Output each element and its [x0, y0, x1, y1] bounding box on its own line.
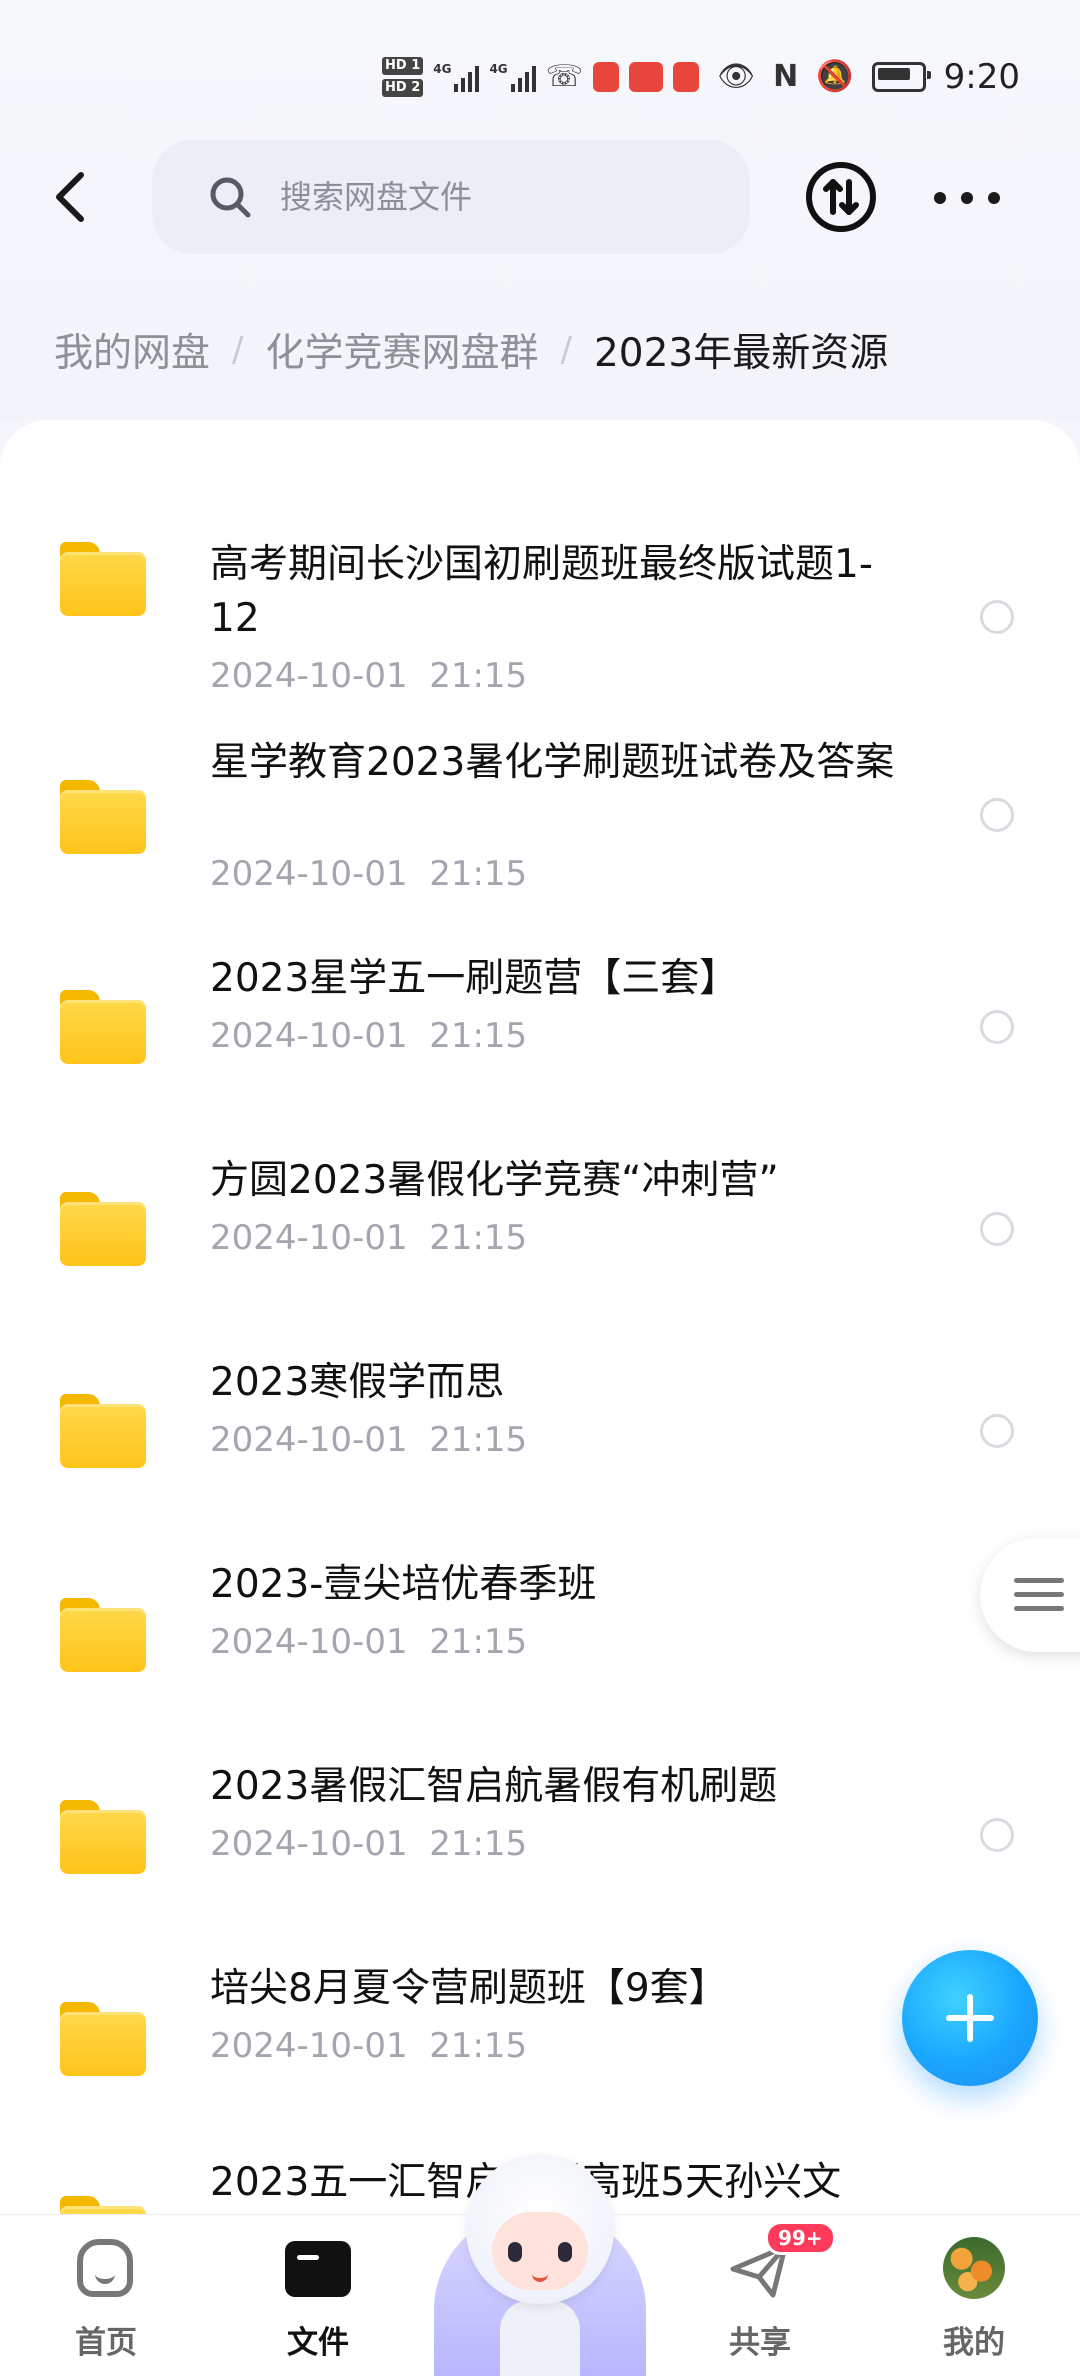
- nav-share[interactable]: 99+ 共享: [680, 2221, 840, 2365]
- file-name: 方圆2023暑假化学竞赛“冲刺营”: [210, 1158, 779, 1203]
- select-checkbox[interactable]: [980, 600, 1014, 634]
- list-item[interactable]: 2023-壹尖培优春季班 2024-10-01 21:15: [0, 1524, 1080, 1704]
- add-button[interactable]: [902, 1950, 1038, 2086]
- nav-profile-label: 我的: [943, 2325, 1005, 2361]
- menu-lines-icon: [1014, 1578, 1064, 1583]
- list-item[interactable]: 2023星学五一刷题营【三套】 2024-10-01 21:15: [0, 920, 1080, 1100]
- breadcrumb-separator: /: [560, 330, 572, 370]
- list-item[interactable]: 2023暑假汇智启航暑假有机刷题 2024-10-01 21:15: [0, 1726, 1080, 1906]
- battery-icon: [871, 62, 931, 92]
- mascot-button[interactable]: [430, 2150, 650, 2376]
- nav-profile[interactable]: 我的: [894, 2235, 1054, 2365]
- select-checkbox[interactable]: [980, 798, 1014, 832]
- status-time: 9:20: [943, 57, 1020, 97]
- folder-icon: [60, 1192, 146, 1266]
- file-name: 2023暑假汇智启航暑假有机刷题: [210, 1764, 778, 1809]
- file-date: 2024-10-01 21:15: [210, 1420, 528, 1460]
- breadcrumb-separator: /: [232, 330, 244, 370]
- list-item[interactable]: 方圆2023暑假化学竞赛“冲刺营” 2024-10-01 21:15: [0, 1120, 1080, 1300]
- file-date: 2024-10-01 21:15: [210, 1016, 528, 1056]
- folder-icon: [60, 542, 146, 616]
- breadcrumb: 我的网盘 / 化学竞赛网盘群 / 2023年最新资源: [54, 318, 888, 382]
- nav-share-label: 共享: [729, 2325, 791, 2361]
- list-item[interactable]: 高考期间长沙国初刷题班最终版试题1-12 2024-10-01 21:15: [0, 480, 1080, 696]
- more-button[interactable]: [934, 170, 1000, 226]
- file-name: 星学教育2023暑化学刷题班试卷及答案: [210, 740, 895, 785]
- status-right: 👁 N 🔕 9:20: [717, 52, 1020, 102]
- avatar-icon: [939, 2235, 1009, 2305]
- nav-home[interactable]: 首页: [26, 2235, 186, 2365]
- file-list: 高考期间长沙国初刷题班最终版试题1-12 2024-10-01 21:15 星学…: [0, 420, 1080, 2270]
- mute-icon: 🔕: [816, 59, 854, 94]
- transfer-icon: [806, 162, 876, 232]
- file-name: 高考期间长沙国初刷题班最终版试题1-12: [210, 542, 873, 641]
- file-date: 2024-10-01 21:15: [210, 2026, 528, 2066]
- folder-icon: [60, 1800, 146, 1874]
- hd1-label: HD 1: [382, 57, 424, 75]
- list-item[interactable]: 2023寒假学而思 2024-10-01 21:15: [0, 1320, 1080, 1500]
- folder-icon: [60, 2002, 146, 2076]
- more-horizontal-icon: [934, 192, 946, 204]
- transfer-button[interactable]: [804, 160, 878, 234]
- screen: HD 1 HD 2 4G 4G ☏ 👁 N 🔕 9:20 搜索网盘文件 我的网盘…: [0, 0, 1080, 2376]
- nav-home-label: 首页: [75, 2325, 137, 2361]
- sim2-label: 4G: [489, 62, 508, 76]
- select-checkbox[interactable]: [980, 1414, 1014, 1448]
- search-bar[interactable]: [152, 140, 750, 254]
- breadcrumb-item-group[interactable]: 化学竞赛网盘群: [265, 322, 538, 378]
- nfc-icon: N: [773, 59, 799, 94]
- app-notification-icon: [593, 62, 620, 92]
- store-notification-icon: [629, 62, 664, 92]
- signal-2-icon: 4G: [489, 62, 536, 92]
- search-input[interactable]: [278, 177, 722, 217]
- signal-1-icon: 4G: [433, 62, 480, 92]
- app-notification-icon: [673, 62, 700, 92]
- search-icon: [210, 177, 251, 218]
- eye-icon: 👁: [717, 59, 756, 94]
- folder-icon: [60, 780, 146, 854]
- hd-indicators: HD 1 HD 2: [382, 57, 424, 97]
- hd2-label: HD 2: [382, 79, 424, 97]
- nav-files-label: 文件: [287, 2325, 349, 2361]
- file-date: 2024-10-01 21:15: [210, 854, 528, 894]
- folder-icon: [60, 990, 146, 1064]
- file-name: 培尖8月夏令营刷题班【9套】: [210, 1966, 728, 2011]
- sim1-label: 4G: [433, 62, 452, 76]
- breadcrumb-item-current: 2023年最新资源: [593, 331, 889, 376]
- select-checkbox[interactable]: [980, 1818, 1014, 1852]
- status-left: HD 1 HD 2 4G 4G ☏: [382, 50, 700, 104]
- status-bar: HD 1 HD 2 4G 4G ☏ 👁 N 🔕 9:20: [0, 0, 1080, 140]
- select-checkbox[interactable]: [980, 1010, 1014, 1044]
- breadcrumb-item-root[interactable]: 我的网盘: [54, 322, 210, 378]
- nav-files[interactable]: 文件: [238, 2235, 398, 2365]
- call-muted-icon: ☏: [545, 59, 584, 94]
- file-name: 2023-壹尖培优春季班: [210, 1562, 597, 1607]
- share-badge: 99+: [765, 2221, 836, 2255]
- file-name: 2023寒假学而思: [210, 1360, 505, 1405]
- file-date: 2024-10-01 21:15: [210, 656, 528, 696]
- file-date: 2024-10-01 21:15: [210, 1622, 528, 1662]
- folder-icon: [60, 1598, 146, 1672]
- folder-icon: [283, 2235, 353, 2305]
- back-button[interactable]: [40, 162, 100, 232]
- paper-plane-icon: 99+: [725, 2221, 836, 2305]
- folder-icon: [60, 1394, 146, 1468]
- home-icon: [71, 2235, 141, 2305]
- select-checkbox[interactable]: [980, 1212, 1014, 1246]
- list-item[interactable]: 星学教育2023暑化学刷题班试卷及答案 2024-10-01 21:15: [0, 700, 1080, 900]
- chevron-left-icon: [56, 172, 84, 222]
- file-name: 2023星学五一刷题营【三套】: [210, 956, 739, 1001]
- file-date: 2024-10-01 21:15: [210, 1824, 528, 1864]
- file-date: 2024-10-01 21:15: [210, 1218, 528, 1258]
